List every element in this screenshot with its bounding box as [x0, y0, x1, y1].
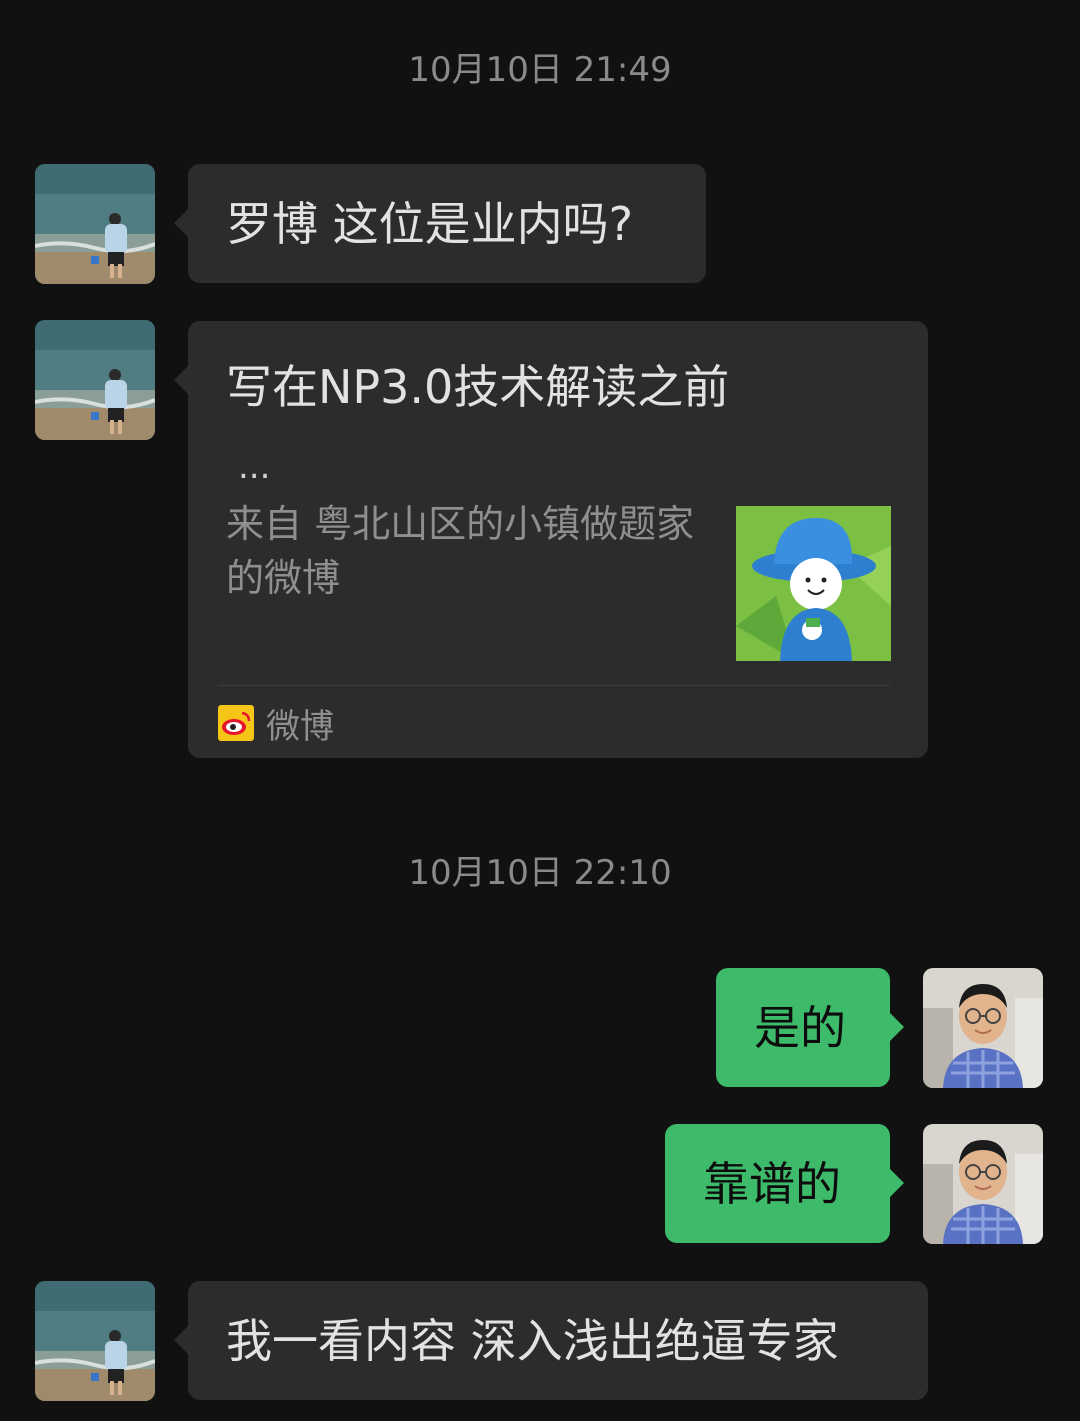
message-bubble-outgoing[interactable]: 靠谱的	[665, 1124, 904, 1243]
message-bubble-incoming[interactable]: 我一看内容 深入浅出绝逼专家	[174, 1281, 928, 1400]
message-bubble-outgoing[interactable]: 是的	[716, 968, 904, 1087]
card-title: 写在NP3.0技术解读之前	[226, 360, 730, 414]
man-portrait-icon	[923, 1124, 1043, 1244]
beach-photo-icon	[35, 164, 155, 284]
timestamp: 10月10日 22:10	[408, 853, 672, 893]
card-thumbnail	[736, 506, 891, 661]
contact-avatar[interactable]	[35, 164, 155, 284]
message-bubble-incoming[interactable]: 罗博 这位是业内吗?	[174, 164, 706, 283]
weibo-link-card[interactable]: 写在NP3.0技术解读之前 ... 来自 粤北山区的小镇做题家 的微博 微博	[174, 321, 928, 758]
card-ellipsis: ...	[238, 447, 271, 487]
man-portrait-icon	[923, 968, 1043, 1088]
message-text: 是的	[754, 1001, 846, 1055]
self-avatar[interactable]	[923, 968, 1043, 1088]
message-text: 我一看内容 深入浅出绝逼专家	[226, 1314, 839, 1368]
timestamp: 10月10日 21:49	[408, 50, 672, 90]
card-app-name: 微博	[266, 706, 334, 747]
beach-photo-icon	[35, 320, 155, 440]
message-text: 罗博 这位是业内吗?	[226, 197, 634, 251]
card-divider	[218, 685, 890, 686]
card-footer: 微博	[218, 701, 334, 747]
message-text: 靠谱的	[703, 1157, 841, 1211]
cartoon-bucket-hat-icon	[736, 506, 891, 661]
weibo-icon	[218, 705, 254, 741]
card-source: 来自 粤北山区的小镇做题家 的微博	[226, 502, 695, 600]
self-avatar[interactable]	[923, 1124, 1043, 1244]
contact-avatar[interactable]	[35, 320, 155, 440]
beach-photo-icon	[35, 1281, 155, 1401]
contact-avatar[interactable]	[35, 1281, 155, 1401]
